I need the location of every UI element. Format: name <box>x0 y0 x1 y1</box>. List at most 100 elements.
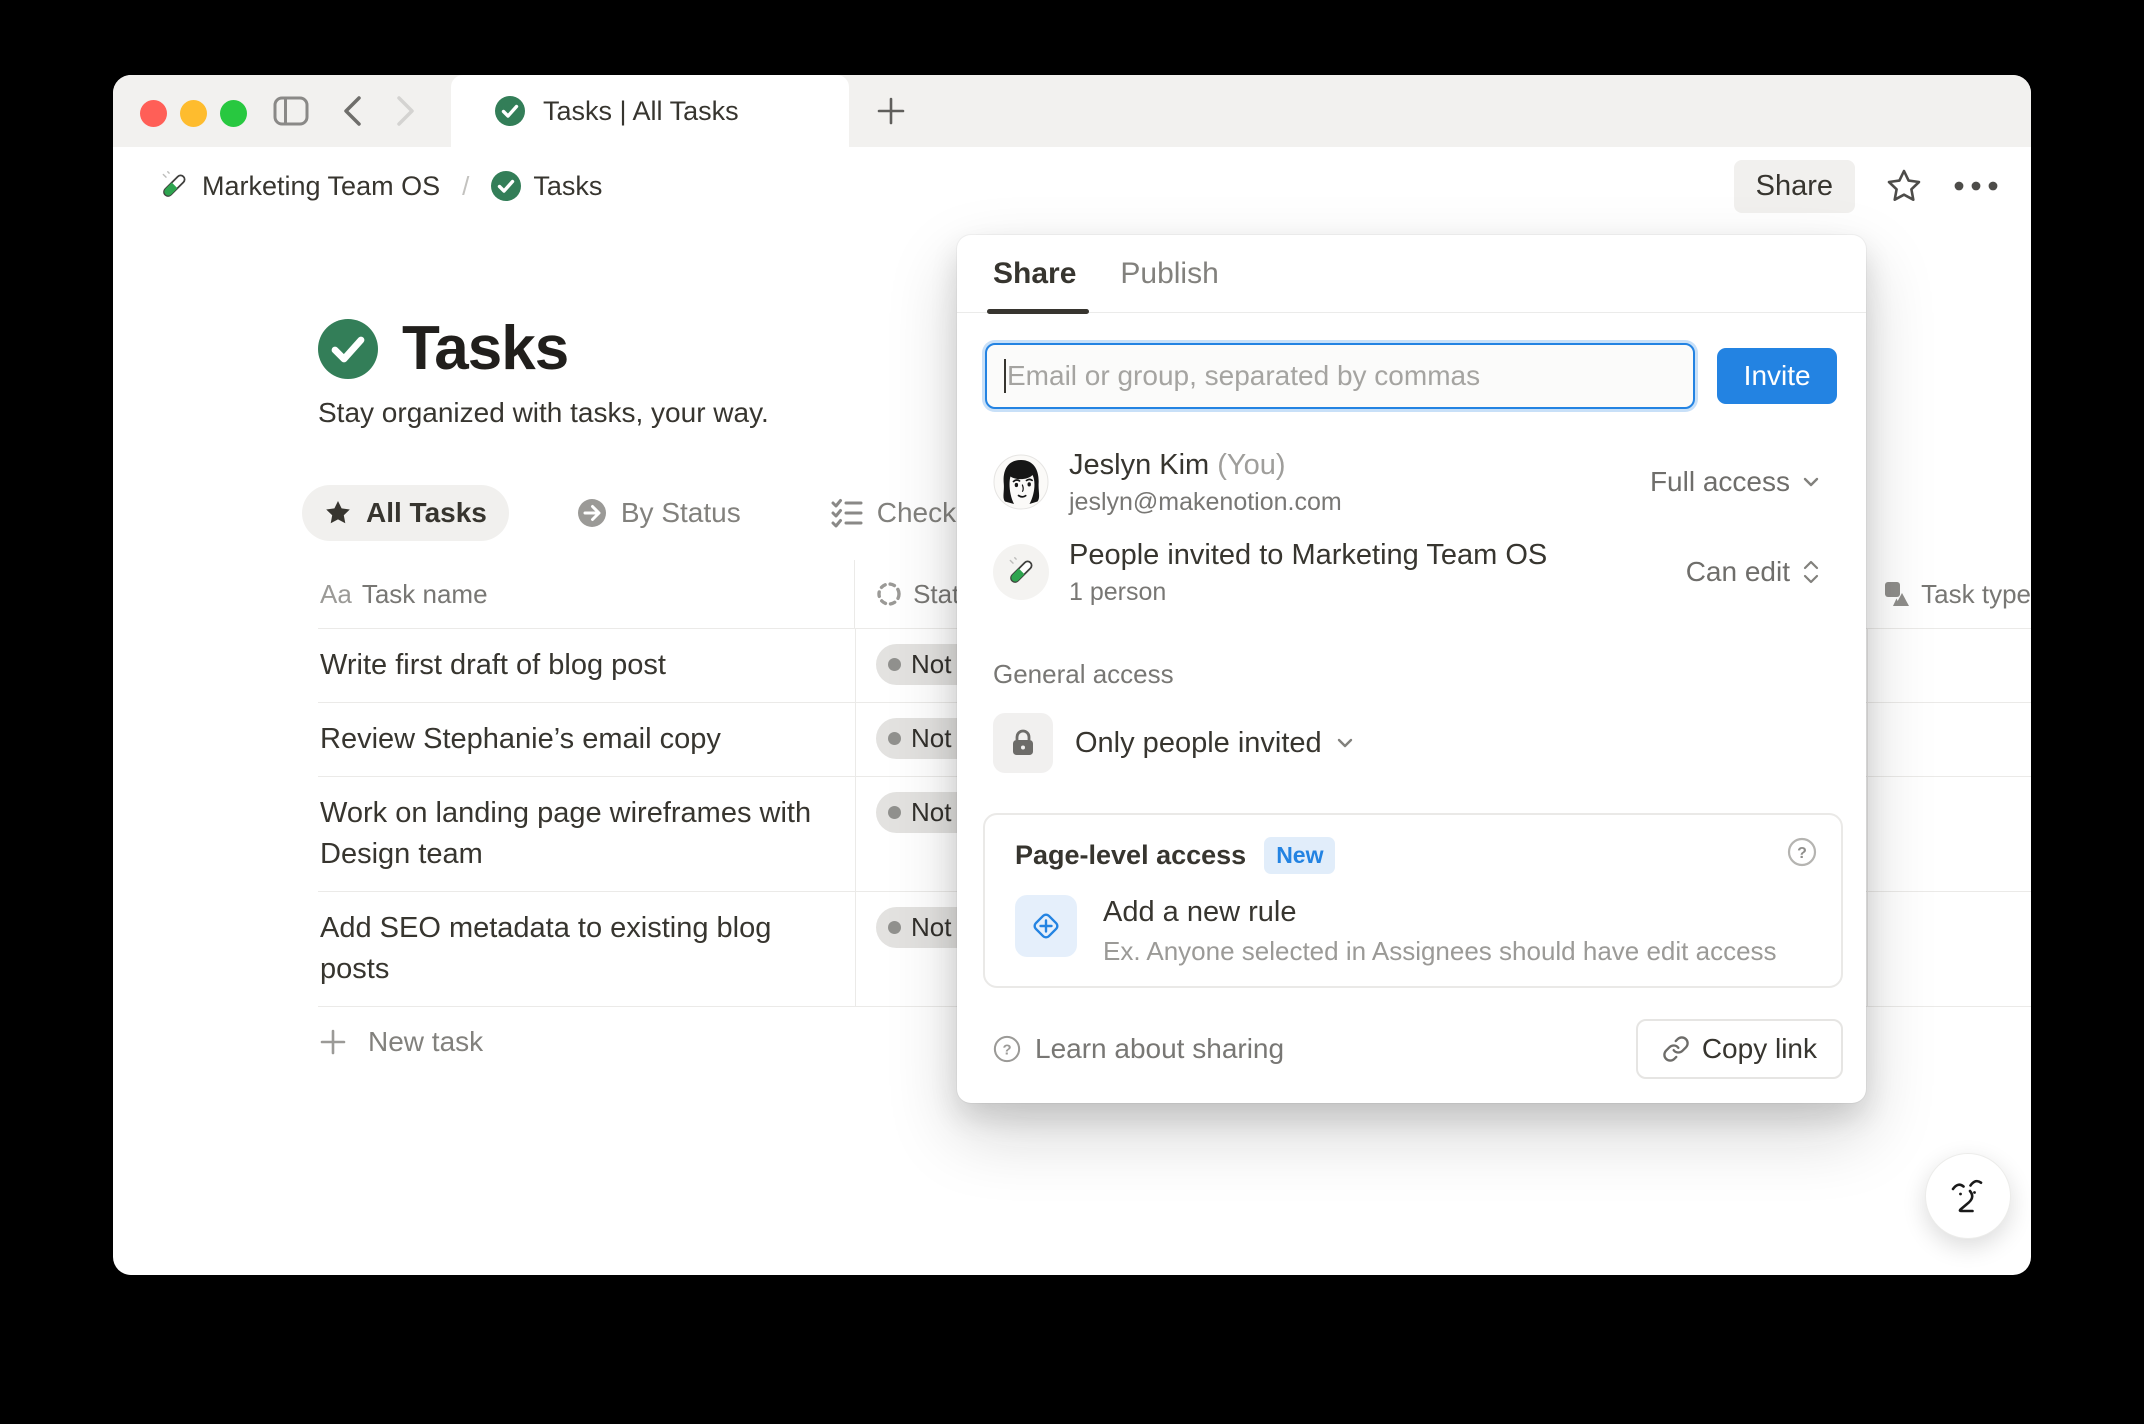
access-label: Can edit <box>1686 556 1790 588</box>
member-row-people-invited[interactable]: People invited to Marketing Team OS 1 pe… <box>993 543 1822 601</box>
close-window-button[interactable] <box>140 100 167 127</box>
new-tab-button[interactable] <box>871 91 911 131</box>
column-label: Task name <box>362 574 488 615</box>
task-name-cell[interactable]: Write first draft of blog post <box>318 629 855 702</box>
forward-icon[interactable] <box>395 94 417 128</box>
sidebar-toggle-icon[interactable] <box>273 96 309 126</box>
plus-icon <box>320 1029 346 1055</box>
copy-link-label: Copy link <box>1702 1033 1817 1065</box>
page-subtitle[interactable]: Stay organized with tasks, your way. <box>318 397 769 429</box>
member-email: jeslyn@makenotion.com <box>1069 488 1342 517</box>
column-header-task-name[interactable]: Aa Task name <box>318 560 854 628</box>
test-tube-icon <box>158 170 190 202</box>
browser-tab-bar: Tasks | All Tasks <box>113 75 2031 147</box>
diamond-plus-icon <box>1015 895 1077 957</box>
status-dot-icon <box>888 921 901 934</box>
share-dialog: Share Publish Invite Jeslyn Kim (You) je… <box>957 235 1866 1103</box>
column-label: Task type <box>1921 579 2031 610</box>
task-name-cell[interactable]: Review Stephanie’s email copy <box>318 703 855 776</box>
check-circle-icon <box>491 171 521 201</box>
notion-window: Tasks | All Tasks Marketing Team OS / <box>113 75 2031 1275</box>
tab-publish[interactable]: Publish <box>1120 257 1218 291</box>
new-badge: New <box>1264 837 1335 874</box>
rule-hint: Ex. Anyone selected in Assignees should … <box>1103 936 1777 967</box>
notion-ai-button[interactable] <box>1925 1153 2011 1239</box>
back-icon[interactable] <box>341 94 363 128</box>
workspace-test-tube-icon <box>993 544 1049 600</box>
member-row-jeslyn[interactable]: Jeslyn Kim (You) jeslyn@makenotion.com F… <box>993 453 1822 511</box>
view-tab-all-tasks[interactable]: All Tasks <box>302 485 509 541</box>
text-caret <box>1004 359 1006 393</box>
traffic-lights <box>140 100 247 127</box>
task-type-cell[interactable] <box>1867 703 2031 776</box>
svg-text:?: ? <box>1002 1042 1011 1059</box>
chevron-down-icon <box>1334 732 1356 754</box>
access-label: Full access <box>1650 466 1790 498</box>
text-property-icon: Aa <box>320 574 352 615</box>
access-dropdown-can-edit[interactable]: Can edit <box>1686 556 1822 588</box>
page-title[interactable]: Tasks <box>402 313 568 384</box>
help-icon[interactable]: ? <box>1787 837 1817 867</box>
view-tab-label: All Tasks <box>366 497 487 529</box>
group-name: People invited to Marketing Team OS <box>1069 538 1547 572</box>
column-header-task-type[interactable]: Task type <box>1864 560 2031 628</box>
view-tab-label: By Status <box>621 497 741 529</box>
minimize-window-button[interactable] <box>180 100 207 127</box>
svg-text:?: ? <box>1797 845 1807 862</box>
page-level-access-heading: Page-level access <box>1015 840 1246 871</box>
active-tab[interactable]: Tasks | All Tasks <box>451 75 849 147</box>
task-type-cell[interactable] <box>1867 629 2031 702</box>
member-you-suffix: (You) <box>1217 449 1285 481</box>
copy-link-button[interactable]: Copy link <box>1636 1019 1843 1079</box>
view-tab-by-status[interactable]: By Status <box>555 485 763 541</box>
link-icon <box>1662 1035 1690 1063</box>
screen-background: Tasks | All Tasks Marketing Team OS / <box>0 0 2144 1424</box>
breadcrumb-page[interactable]: Tasks <box>483 165 610 208</box>
breadcrumb-workspace[interactable]: Marketing Team OS <box>150 164 448 208</box>
invite-button[interactable]: Invite <box>1717 348 1837 404</box>
invite-email-field-wrap <box>985 343 1695 409</box>
status-dot-icon <box>888 806 901 819</box>
zoom-window-button[interactable] <box>220 100 247 127</box>
shapes-icon <box>1883 580 1911 608</box>
member-name: Jeslyn Kim <box>1069 449 1209 481</box>
status-spinner-icon <box>875 580 903 608</box>
general-access-dropdown[interactable]: Only people invited <box>993 713 1356 773</box>
share-dialog-tabs: Share Publish <box>957 235 1866 313</box>
task-name-cell[interactable]: Work on landing page wireframes with Des… <box>318 777 855 891</box>
tab-title: Tasks | All Tasks <box>543 96 739 127</box>
tab-share[interactable]: Share <box>993 257 1076 291</box>
status-dot-icon <box>888 732 901 745</box>
help-circle-icon: ? <box>993 1035 1021 1063</box>
checklist-icon <box>831 498 863 528</box>
page-topbar: Marketing Team OS / Tasks Share <box>113 147 2031 225</box>
chevron-down-icon <box>1800 471 1822 493</box>
arrow-circle-icon <box>577 498 607 528</box>
learn-about-sharing-link[interactable]: ? Learn about sharing <box>993 1033 1284 1065</box>
invite-email-input[interactable] <box>985 343 1695 409</box>
breadcrumb-workspace-label: Marketing Team OS <box>202 171 440 202</box>
general-access-value: Only people invited <box>1075 727 1322 760</box>
add-new-rule-button[interactable]: Add a new rule Ex. Anyone selected in As… <box>1015 895 1777 967</box>
breadcrumb-separator: / <box>462 171 469 202</box>
share-button[interactable]: Share <box>1734 160 1855 213</box>
new-task-label: New task <box>368 1026 483 1058</box>
breadcrumb: Marketing Team OS / Tasks <box>113 164 610 208</box>
more-options-icon[interactable] <box>1953 180 1999 192</box>
task-name-cell[interactable]: Add SEO metadata to existing blog posts <box>318 892 855 1006</box>
task-type-cell[interactable] <box>1867 777 2031 891</box>
star-icon[interactable] <box>1885 167 1923 205</box>
page-level-access-card: Page-level access New ? Add a new rule E… <box>983 813 1843 988</box>
rule-title: Add a new rule <box>1103 895 1777 929</box>
lock-icon <box>993 713 1053 773</box>
notion-ai-face-icon <box>1944 1172 1992 1220</box>
task-type-cell[interactable] <box>1867 892 2031 1006</box>
view-tabs: All Tasks By Status Checklist <box>302 485 1012 541</box>
member-name-line: Jeslyn Kim (You) <box>1069 448 1342 482</box>
general-access-heading: General access <box>993 659 1174 690</box>
star-filled-icon <box>324 499 352 527</box>
page-title-check-icon[interactable] <box>318 319 378 379</box>
active-tab-underline <box>987 309 1089 314</box>
avatar <box>993 454 1049 510</box>
access-dropdown-full-access[interactable]: Full access <box>1650 466 1822 498</box>
